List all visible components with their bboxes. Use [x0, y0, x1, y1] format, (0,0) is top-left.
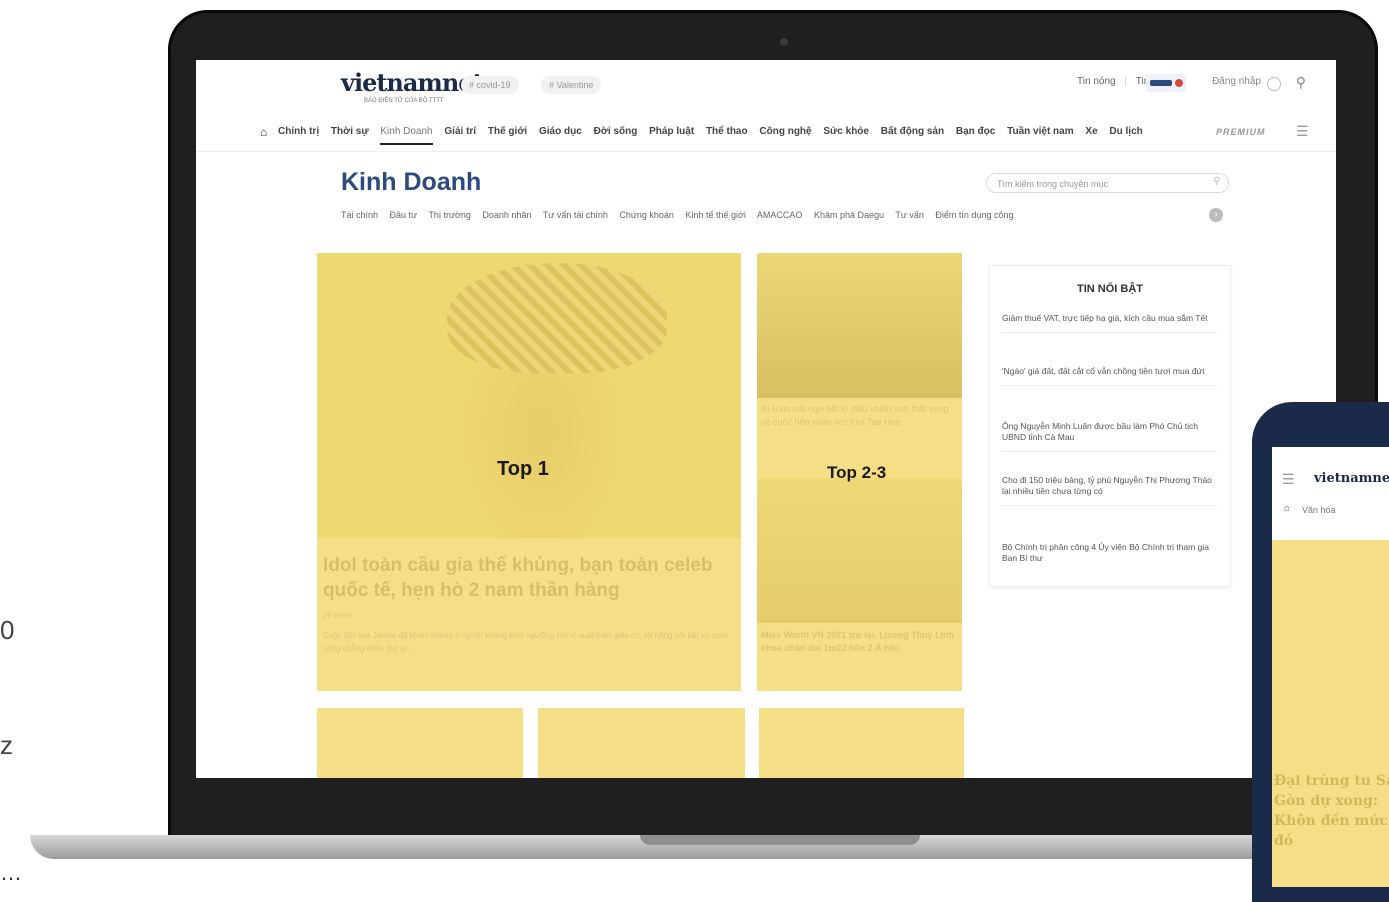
link-tin-nong[interactable]: Tin nóng	[1077, 76, 1116, 87]
section-subnav: Tài chính Đầu tư Thị trường Doanh nhân T…	[341, 210, 1022, 220]
subnav-item[interactable]: Kinh tế thế giới	[685, 210, 745, 220]
search-icon[interactable]: ⚲	[1296, 74, 1306, 91]
nav-item-the-gioi[interactable]: Thế giới	[488, 126, 527, 137]
phone-screen: ☰ vietnamnet ⌂ Văn hóa Đại trùng tu Sài …	[1272, 447, 1389, 887]
laptop-screen: vietnamnet BÁO ĐIỆN TỬ CỦA BỘ TTTT # cov…	[196, 60, 1336, 778]
subnav-item[interactable]: Tư vấn	[895, 210, 924, 220]
article-card[interactable]	[538, 708, 745, 778]
top1-headline[interactable]: Idol toàn cầu gia thế khủng, bạn toàn ce…	[323, 553, 733, 603]
article-card[interactable]	[759, 708, 964, 778]
tag-valentine[interactable]: # Valentine	[541, 76, 602, 94]
top1-label: Top 1	[497, 458, 549, 480]
nav-item-kinh-doanh[interactable]: Kinh Doanh	[380, 126, 433, 145]
nav-item-bat-dong-san[interactable]: Bất động sản	[881, 126, 944, 137]
nav-item-cong-nghe[interactable]: Công nghệ	[759, 126, 811, 137]
nav-item-thoi-su[interactable]: Thời sự	[331, 126, 369, 137]
tag-covid[interactable]: # covid-19	[461, 76, 519, 94]
user-icon[interactable]	[1267, 77, 1281, 91]
phone-article-block[interactable]: Đại trùng tu Sài Gòn dự xong: Khôn đến m…	[1272, 765, 1389, 887]
featured-news-item[interactable]: Ông Nguyễn Minh Luân được bầu làm Phó Ch…	[1002, 421, 1217, 452]
subnav-item[interactable]: AMACCAO	[757, 210, 803, 220]
home-icon[interactable]: ⌂	[1284, 503, 1290, 514]
subnav-item[interactable]: Đầu tư	[390, 210, 418, 220]
subnav-item[interactable]: Điểm tín dụng công	[935, 210, 1013, 220]
hamburger-menu-icon[interactable]: ☰	[1282, 471, 1295, 488]
page-title: Kinh Doanh	[341, 168, 482, 196]
left-edge-text: z	[0, 730, 13, 760]
article-card[interactable]	[317, 708, 523, 778]
laptop-camera	[780, 38, 788, 46]
nav-item-suc-khoe[interactable]: Sức khỏe	[823, 126, 869, 137]
nav-item-the-thao[interactable]: Thể thao	[706, 126, 748, 137]
hamburger-menu-icon[interactable]: ☰	[1296, 123, 1309, 140]
section-search-input[interactable]: Tìm kiếm trong chuyên mục	[986, 173, 1229, 193]
laptop-notch	[640, 835, 920, 845]
home-icon[interactable]: ⌂	[260, 125, 267, 139]
nav-item-giai-tri[interactable]: Giải trí	[444, 126, 476, 137]
nav-items: Chính trị Thời sự Kinh Doanh Giải trí Th…	[278, 126, 1152, 145]
nav-item-phap-luat[interactable]: Pháp luật	[649, 126, 694, 137]
top1-description: Cuộc đời của Jennie đã khiến không ít ng…	[323, 631, 729, 653]
vietnamnet-global-badge[interactable]	[1146, 74, 1186, 97]
nav-item-giao-duc[interactable]: Giáo dục	[539, 126, 582, 137]
left-edge-ellipsis: …	[0, 860, 22, 885]
subnav-item[interactable]: Tài chính	[341, 210, 378, 220]
nav-item-xe[interactable]: Xe	[1085, 126, 1097, 137]
top2-headline[interactable]: Bí Rain bất ngờ tiết lộ điều khiến anh t…	[761, 403, 959, 429]
site-logo-subtitle: BÁO ĐIỆN TỬ CỦA BỘ TTTT	[364, 98, 444, 104]
chevron-right-icon[interactable]: ›	[1209, 208, 1223, 222]
top2-image[interactable]	[757, 253, 962, 398]
nav-item-doi-song[interactable]: Đời sống	[594, 126, 638, 137]
left-edge-text: 0	[0, 615, 15, 645]
login-link[interactable]: Đăng nhập	[1212, 76, 1261, 87]
phone-site-logo[interactable]: vietnamnet	[1314, 471, 1389, 486]
nav-premium[interactable]: PREMIUM	[1216, 127, 1266, 137]
main-nav: ⌂ Chính trị Thời sự Kinh Doanh Giải trí …	[196, 117, 1336, 152]
phone-breadcrumb[interactable]: Văn hóa	[1302, 505, 1336, 515]
nav-item-tuan-viet-nam[interactable]: Tuần việt nam	[1007, 126, 1074, 137]
featured-news-item[interactable]: Giảm thuế VAT, trực tiếp hạ giá, kích cầ…	[1002, 313, 1217, 333]
subnav-item[interactable]: Doanh nhân	[482, 210, 531, 220]
phone-article-headline[interactable]: Đại trùng tu Sài Gòn dự xong: Khôn đến m…	[1274, 771, 1389, 851]
subnav-item[interactable]: Khám phá Daegu	[814, 210, 884, 220]
top1-image-hat	[447, 263, 667, 373]
featured-news-item[interactable]: Cho đi 150 triệu bảng, tỷ phú Nguyễn Thị…	[1002, 475, 1217, 506]
top1-time: 2h trước	[323, 611, 354, 620]
top23-articles: Bí Rain bất ngờ tiết lộ điều khiến anh t…	[757, 253, 962, 691]
top3-image[interactable]	[757, 478, 962, 623]
nav-item-du-lich[interactable]: Du lịch	[1109, 126, 1142, 137]
search-icon[interactable]: ⚲	[1213, 176, 1220, 187]
nav-item-chinh-tri[interactable]: Chính trị	[278, 126, 319, 137]
featured-news-box: TIN NỔI BẬT Giảm thuế VAT, trực tiếp hạ …	[989, 265, 1231, 587]
top3-headline[interactable]: Miss World VN 2021 trở lại, Lương Thuỳ L…	[761, 629, 959, 655]
phone-article-image[interactable]	[1272, 540, 1389, 765]
top23-label: Top 2-3	[827, 463, 887, 482]
featured-news-title: TIN NỔI BẬT	[1077, 283, 1143, 295]
featured-news-item[interactable]: 'Ngáo' giá đất, đất cắt cổ vẫn chồng tiề…	[1002, 366, 1217, 386]
subnav-item[interactable]: Chứng khoán	[619, 210, 674, 220]
featured-news-item[interactable]: Bộ Chính trị phân công 4 Ủy viên Bộ Chín…	[1002, 542, 1217, 572]
nav-item-ban-doc[interactable]: Bạn đọc	[956, 126, 995, 137]
subnav-item[interactable]: Thị trường	[428, 210, 470, 220]
subnav-item[interactable]: Tư vấn tài chính	[543, 210, 608, 220]
top1-article[interactable]: Top 1 Idol toàn cầu gia thế khủng, bạn t…	[317, 253, 741, 691]
